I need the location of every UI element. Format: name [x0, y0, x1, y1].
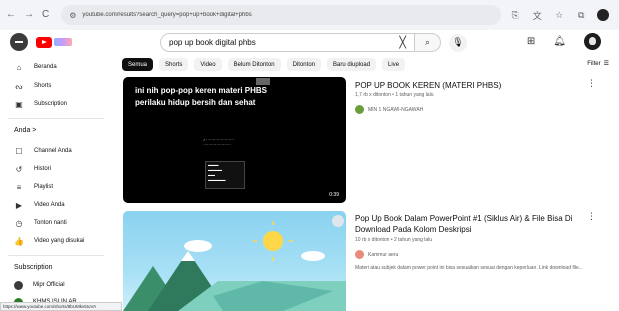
sidebar-item-beranda[interactable]: ⌂ Beranda — [0, 60, 112, 74]
channel-link[interactable]: MIN 1 NGAWI-NGAWAH — [355, 105, 423, 114]
video-thumbnail[interactable] — [123, 211, 346, 311]
chip-baru-diupload[interactable]: Baru diupload — [327, 58, 377, 71]
youtube-logo[interactable] — [36, 36, 72, 48]
thumbnail-inner-card: ▬▬▬ ▬▬▬▬ ▬▬ ▬▬▬▬▬ — [205, 161, 245, 189]
sidebar: ⌂ Beranda ᔓ Shorts ▣ Subscription Anda >… — [0, 56, 112, 311]
sidebar-item-watch-later[interactable]: ◷ Tonton nanti — [0, 216, 112, 230]
clear-search-icon[interactable]: ╳ — [399, 36, 406, 49]
sidebar-divider — [8, 118, 104, 119]
filter-sliders-icon: ☰ — [603, 61, 609, 67]
chip-ditonton[interactable]: Ditonton — [286, 58, 321, 71]
sidebar-item-liked-videos[interactable]: 👍 Video yang disukai — [0, 234, 112, 248]
clock-icon: ◷ — [15, 218, 23, 228]
forward-icon[interactable]: → — [24, 9, 34, 21]
chip-semua[interactable]: Semua — [122, 58, 154, 71]
cloud-icon — [301, 251, 325, 261]
translate-icon[interactable]: 文 — [531, 9, 543, 22]
sidebar-item-your-videos[interactable]: ▶ Video Anda — [0, 198, 112, 212]
video-title[interactable]: Pop Up Book Dalam PowerPoint #1 (Siklus … — [355, 213, 577, 235]
notifications-bell-icon[interactable]: 🔔︎ — [553, 36, 566, 47]
sidebar-item-label: Channel Anda — [34, 148, 72, 154]
channel-link[interactable]: Kammur aeru — [355, 250, 398, 259]
sidebar-divider — [8, 255, 104, 256]
account-avatar[interactable] — [584, 33, 601, 50]
link-status-bar: https://www.youtube.com/shorts/8bUMkv5Iu… — [0, 302, 122, 311]
sidebar-item-label: Shorts — [34, 83, 52, 89]
channel-watermark-icon — [332, 215, 344, 227]
thumbnail-illustration — [123, 215, 346, 311]
create-icon[interactable]: ⊞ — [527, 36, 535, 47]
sun-icon — [263, 231, 283, 251]
search-input[interactable]: pop up book digital phbs ╳ — [160, 33, 415, 52]
filter-label: Filter — [587, 60, 601, 67]
thumbnail-text: ini nih pop-pop keren materi PHBS perila… — [135, 86, 268, 107]
search-button[interactable]: ⌕ — [415, 33, 441, 52]
chip-shorts[interactable]: Shorts — [159, 58, 189, 71]
address-bar[interactable]: ⚙ youtube.com/results?search_query=pop+u… — [61, 5, 502, 25]
video-title[interactable]: POP UP BOOK KEREN (MATERI PHBS) — [355, 80, 585, 91]
cloud-icon — [184, 240, 212, 252]
youtube-header: pop up book digital phbs ╳ ⌕ 🎙 ⊞ 🔔︎ — [0, 30, 619, 54]
duration-badge: 0:39 — [327, 192, 341, 198]
subscriptions-icon: ▣ — [15, 99, 23, 109]
chip-video[interactable]: Video — [194, 58, 222, 71]
channel-avatar — [355, 105, 364, 114]
thumbnail-badge — [256, 78, 270, 85]
sidebar-item-label: Playlist — [34, 184, 54, 190]
sidebar-item-label: Tonton nanti — [34, 220, 67, 226]
video-meta: 10 rb x ditonton • 2 tahun yang lalu — [355, 237, 433, 243]
sidebar-item-label: Video Anda — [34, 202, 65, 208]
video-description: Materi atau subjek dalam power point ini… — [355, 265, 583, 271]
more-options-icon[interactable]: ⋮ — [587, 78, 596, 89]
sidebar-item-channel[interactable]: ☐ Channel Anda — [0, 144, 112, 158]
voice-search-icon[interactable]: 🎙 — [449, 33, 467, 52]
sidebar-item-label: Mipr Official — [33, 282, 65, 288]
channel-avatar — [14, 280, 23, 290]
history-icon: ↺ — [15, 164, 23, 174]
video-meta: 1,7 rb x ditonton • 1 tahun yang lalu — [355, 92, 434, 98]
hamburger-menu-icon[interactable] — [10, 33, 28, 51]
chip-belum-ditonton[interactable]: Belum Ditonton — [227, 58, 281, 71]
sidebar-item-label: Histori — [34, 166, 52, 172]
video-thumbnail[interactable]: ini nih pop-pop keren materi PHBS perila… — [123, 77, 346, 203]
sidebar-sub-item[interactable]: Mipr Official — [0, 278, 112, 292]
sidebar-item-shorts[interactable]: ᔓ Shorts — [0, 79, 112, 93]
snow-cap-shape — [181, 251, 195, 261]
channel-name: Kammur aeru — [368, 251, 399, 258]
extensions-icon[interactable]: ⧉ — [575, 10, 587, 21]
bookmark-star-icon[interactable]: ☆ — [553, 10, 565, 21]
shorts-icon: ᔓ — [15, 81, 23, 91]
channel-name: MIN 1 NGAWI-NGAWAH — [368, 106, 424, 113]
reload-icon[interactable]: C — [42, 9, 49, 21]
channel-icon: ☐ — [15, 146, 23, 156]
home-icon: ⌂ — [16, 62, 22, 72]
tiktok-watermark-icon: ♪ ····················· ·················… — [203, 137, 235, 147]
youtube-play-icon — [36, 36, 52, 48]
channel-avatar — [355, 250, 364, 259]
sidebar-item-label: Video yang disukai — [34, 238, 85, 244]
sidebar-item-history[interactable]: ↺ Histori — [0, 162, 112, 176]
search-query: pop up book digital phbs — [169, 38, 256, 47]
browser-profile-icon[interactable] — [597, 9, 610, 21]
doodle-icon — [54, 38, 72, 46]
url-text: youtube.com/results?search_query=pop+up+… — [82, 12, 252, 18]
back-icon[interactable]: ← — [6, 9, 16, 21]
thumbs-up-icon: 👍 — [14, 236, 24, 246]
install-icon[interactable]: ⎘ — [509, 10, 521, 21]
sidebar-item-playlist[interactable]: ≡ Playlist — [0, 180, 112, 194]
filter-button[interactable]: Filter ☰ — [587, 60, 609, 68]
sidebar-item-label: Subscription — [34, 101, 68, 107]
sidebar-you-heading[interactable]: Anda > — [14, 127, 36, 134]
sidebar-subscriptions-heading: Subscription — [14, 264, 53, 271]
sidebar-item-subscription[interactable]: ▣ Subscription — [0, 97, 112, 111]
browser-toolbar: ← → C ⚙ youtube.com/results?search_query… — [0, 0, 619, 30]
video-icon: ▶ — [15, 200, 23, 210]
filter-chips: Semua Shorts Video Belum Ditonton Ditont… — [122, 58, 406, 71]
playlist-icon: ≡ — [16, 182, 22, 192]
sidebar-item-label: Beranda — [34, 64, 57, 70]
chip-live[interactable]: Live — [382, 58, 406, 71]
more-options-icon[interactable]: ⋮ — [587, 211, 596, 222]
site-info-icon[interactable]: ⚙ — [69, 11, 76, 20]
